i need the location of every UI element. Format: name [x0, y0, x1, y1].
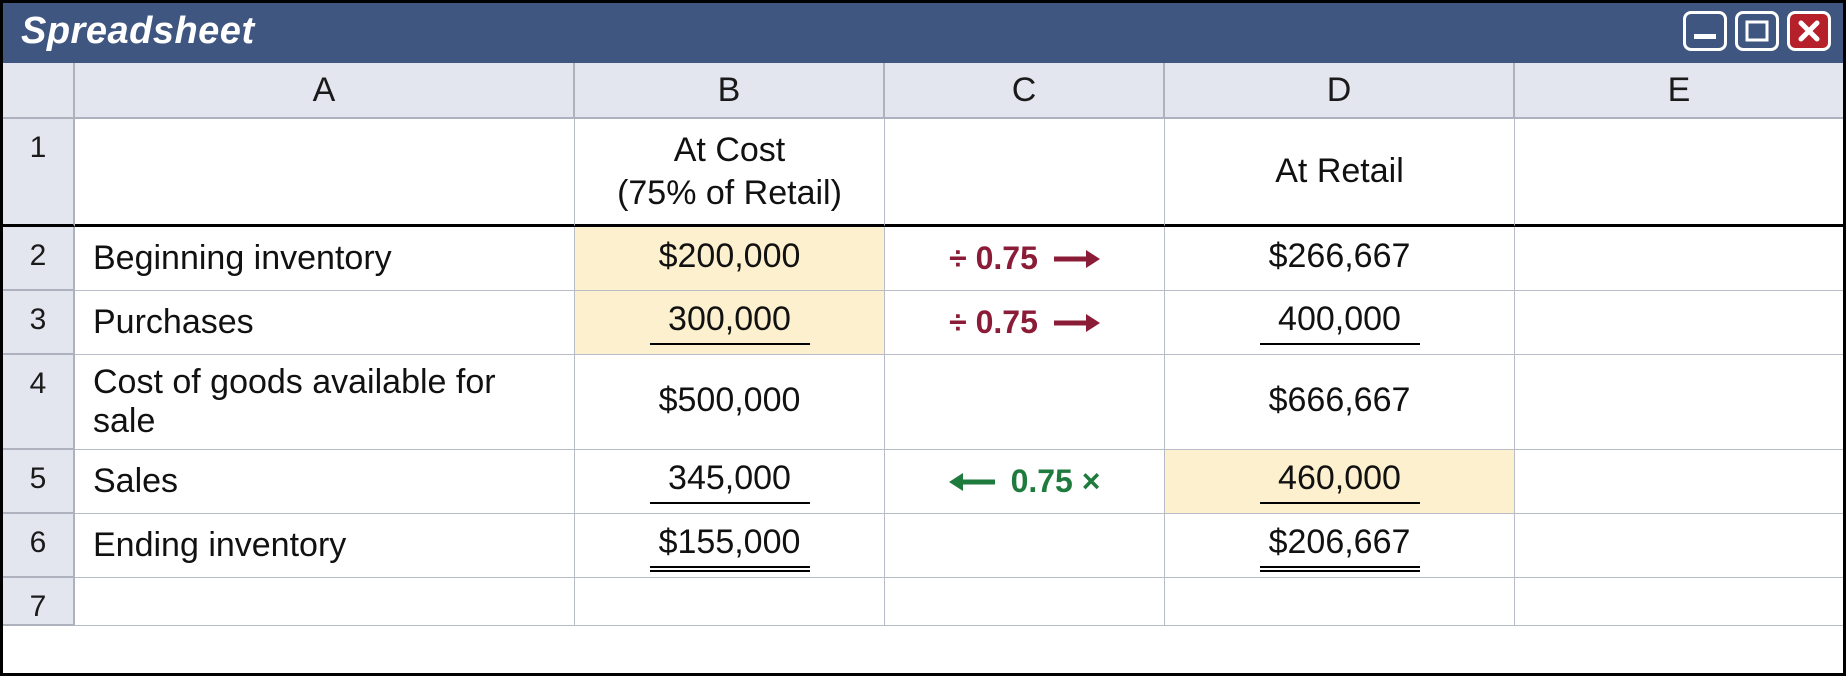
cell-B7[interactable]: [575, 578, 885, 626]
cell-E1[interactable]: [1515, 119, 1843, 227]
op-text: 0.75 ×: [1011, 463, 1101, 500]
cell-C6[interactable]: [885, 514, 1165, 578]
arrow-right-icon: [1052, 247, 1100, 271]
cell-D4[interactable]: $666,667: [1165, 355, 1515, 450]
cell-C4[interactable]: [885, 355, 1165, 450]
cost-value: $500,000: [650, 381, 810, 424]
row-header-1[interactable]: 1: [3, 119, 75, 227]
retail-value: 460,000: [1260, 459, 1420, 504]
retail-value: 400,000: [1260, 300, 1420, 345]
op-text: ÷ 0.75: [949, 304, 1038, 341]
cell-D6[interactable]: $206,667: [1165, 514, 1515, 578]
cell-D2[interactable]: $266,667: [1165, 227, 1515, 291]
table-row: 4 Cost of goods available for sale $500,…: [3, 355, 1843, 450]
table-row: 7: [3, 578, 1843, 626]
row-label: Sales: [93, 462, 178, 501]
window-controls: [1683, 11, 1831, 51]
arrow-right-icon: [1052, 311, 1100, 335]
row-header-7[interactable]: 7: [3, 578, 75, 626]
cell-A3[interactable]: Purchases: [75, 291, 575, 355]
cell-A6[interactable]: Ending inventory: [75, 514, 575, 578]
cell-A5[interactable]: Sales: [75, 450, 575, 514]
cell-E7[interactable]: [1515, 578, 1843, 626]
cell-B5[interactable]: 345,000: [575, 450, 885, 514]
header-at-cost-line1: At Cost: [674, 129, 785, 172]
window-title: Spreadsheet: [21, 10, 255, 53]
row-header-2[interactable]: 2: [3, 227, 75, 291]
cell-A4[interactable]: Cost of goods available for sale: [75, 355, 575, 450]
close-button[interactable]: [1787, 11, 1831, 51]
cell-B3[interactable]: 300,000: [575, 291, 885, 355]
cell-C3[interactable]: ÷ 0.75: [885, 291, 1165, 355]
close-icon: [1797, 19, 1821, 43]
cost-value: 300,000: [650, 300, 810, 345]
table-row: 2 Beginning inventory $200,000 ÷ 0.75 $2…: [3, 227, 1843, 291]
spreadsheet-grid: A B C D E 1 At Cost (75% of Retail) At R…: [3, 63, 1843, 673]
row-header-3[interactable]: 3: [3, 291, 75, 355]
row-header-6[interactable]: 6: [3, 514, 75, 578]
row-label: Beginning inventory: [93, 239, 392, 278]
table-row: 5 Sales 345,000 0.75 × 460,000: [3, 450, 1843, 514]
cell-C5[interactable]: 0.75 ×: [885, 450, 1165, 514]
cell-E4[interactable]: [1515, 355, 1843, 450]
col-header-B[interactable]: B: [575, 63, 885, 119]
table-row: 1 At Cost (75% of Retail) At Retail: [3, 119, 1843, 227]
cell-C1[interactable]: [885, 119, 1165, 227]
cell-B2[interactable]: $200,000: [575, 227, 885, 291]
table-row: 3 Purchases 300,000 ÷ 0.75 400,000: [3, 291, 1843, 355]
row-label: Purchases: [93, 303, 254, 342]
minimize-icon: [1692, 21, 1718, 41]
operation-divide: ÷ 0.75: [949, 240, 1100, 277]
cell-D1[interactable]: At Retail: [1165, 119, 1515, 227]
operation-divide: ÷ 0.75: [949, 304, 1100, 341]
col-header-A[interactable]: A: [75, 63, 575, 119]
header-at-cost-line2: (75% of Retail): [617, 172, 842, 215]
spreadsheet-window: Spreadsheet A B: [0, 0, 1846, 676]
cell-B1[interactable]: At Cost (75% of Retail): [575, 119, 885, 227]
titlebar: Spreadsheet: [3, 3, 1843, 63]
cell-D5[interactable]: 460,000: [1165, 450, 1515, 514]
header-at-retail: At Retail: [1275, 150, 1404, 193]
minimize-button[interactable]: [1683, 11, 1727, 51]
column-headers: A B C D E: [3, 63, 1843, 119]
row-label: Cost of goods available for sale: [93, 363, 556, 441]
cell-E3[interactable]: [1515, 291, 1843, 355]
cell-B6[interactable]: $155,000: [575, 514, 885, 578]
cell-E5[interactable]: [1515, 450, 1843, 514]
cost-value: $155,000: [650, 523, 810, 568]
maximize-icon: [1744, 19, 1770, 43]
col-header-C[interactable]: C: [885, 63, 1165, 119]
row-header-5[interactable]: 5: [3, 450, 75, 514]
row-header-4[interactable]: 4: [3, 355, 75, 450]
cell-D7[interactable]: [1165, 578, 1515, 626]
cost-value: $200,000: [650, 237, 810, 280]
table-row: 6 Ending inventory $155,000 $206,667: [3, 514, 1843, 578]
cell-A1[interactable]: [75, 119, 575, 227]
cell-D3[interactable]: 400,000: [1165, 291, 1515, 355]
row-label: Ending inventory: [93, 526, 346, 565]
cost-value: 345,000: [650, 459, 810, 504]
cell-B4[interactable]: $500,000: [575, 355, 885, 450]
arrow-left-icon: [949, 470, 997, 494]
col-header-D[interactable]: D: [1165, 63, 1515, 119]
select-all-corner[interactable]: [3, 63, 75, 119]
retail-value: $206,667: [1260, 523, 1420, 568]
retail-value: $266,667: [1260, 237, 1420, 280]
cell-C2[interactable]: ÷ 0.75: [885, 227, 1165, 291]
cell-E6[interactable]: [1515, 514, 1843, 578]
operation-multiply: 0.75 ×: [949, 463, 1101, 500]
cell-A2[interactable]: Beginning inventory: [75, 227, 575, 291]
op-text: ÷ 0.75: [949, 240, 1038, 277]
cell-C7[interactable]: [885, 578, 1165, 626]
maximize-button[interactable]: [1735, 11, 1779, 51]
col-header-E[interactable]: E: [1515, 63, 1843, 119]
cell-A7[interactable]: [75, 578, 575, 626]
retail-value: $666,667: [1260, 381, 1420, 424]
cell-E2[interactable]: [1515, 227, 1843, 291]
